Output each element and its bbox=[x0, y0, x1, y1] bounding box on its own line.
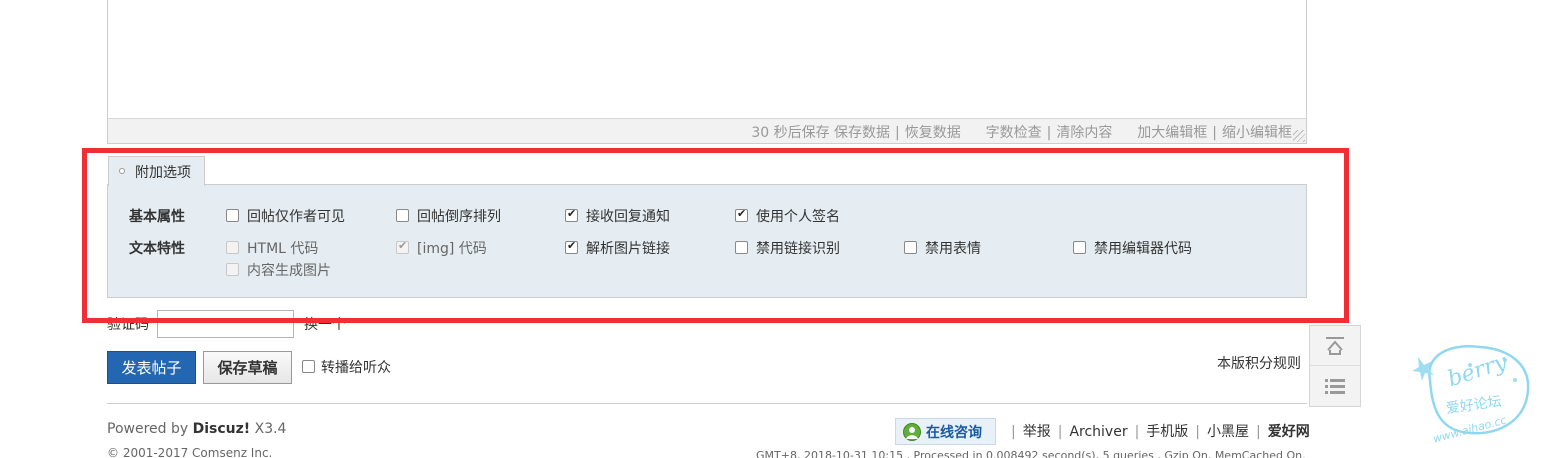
footer-link-site[interactable]: 爱好网 bbox=[1268, 424, 1310, 440]
board-rules-link[interactable]: 本版积分规则 bbox=[1217, 353, 1301, 373]
autosave-countdown: 30 秒后保存 bbox=[751, 125, 830, 141]
online-consult-button[interactable]: 在线咨询 bbox=[895, 418, 996, 445]
powered-by-text: Powered by Discuz! X3.4 bbox=[107, 421, 287, 437]
enlarge-editor-link[interactable]: 加大编辑框 bbox=[1137, 125, 1207, 141]
berry-watermark-logo: berry 爱好论坛 www.aihao.cc bbox=[1412, 345, 1530, 445]
post-editor-textarea[interactable] bbox=[107, 0, 1307, 120]
footer-links: | 举报 | Archiver | 手机版 | 小黑屋 | 爱好网 bbox=[1011, 424, 1310, 440]
list-icon bbox=[1325, 379, 1345, 394]
footer-link-report[interactable]: 举报 bbox=[1023, 424, 1051, 440]
svg-text:berry: berry bbox=[1445, 350, 1511, 393]
editor-status-bar: 30 秒后保存 保存数据 | 恢复数据 字数检查 | 清除内容 加大编辑框 | 缩小编辑框 bbox=[107, 118, 1307, 144]
side-float-toolbar bbox=[1309, 325, 1361, 407]
post-submit-button[interactable]: 发表帖子 bbox=[107, 351, 196, 384]
footer-link-mobile[interactable]: 手机版 bbox=[1146, 424, 1188, 440]
editor-resize-grip[interactable] bbox=[1293, 130, 1305, 142]
clear-content-link[interactable]: 清除内容 bbox=[1056, 125, 1112, 141]
shrink-editor-link[interactable]: 缩小编辑框 bbox=[1222, 125, 1292, 141]
processing-info: GMT+8, 2018-10-31 10:15 , Processed in 0… bbox=[756, 449, 1306, 458]
highlight-annotation-box bbox=[82, 148, 1349, 323]
list-view-button[interactable] bbox=[1310, 366, 1360, 406]
checkbox[interactable] bbox=[302, 360, 315, 373]
save-data-link[interactable]: 保存数据 bbox=[834, 125, 890, 141]
svg-text:爱好论坛: 爱好论坛 bbox=[1445, 394, 1503, 418]
footer-link-archiver[interactable]: Archiver bbox=[1069, 424, 1127, 440]
restore-data-link[interactable]: 恢复数据 bbox=[905, 125, 961, 141]
footer-link-blackroom[interactable]: 小黑屋 bbox=[1207, 424, 1249, 440]
discuz-link[interactable]: Discuz! bbox=[193, 421, 251, 437]
save-draft-button[interactable]: 保存草稿 bbox=[203, 351, 292, 384]
back-to-top-button[interactable] bbox=[1310, 326, 1360, 366]
forward-to-listeners-option[interactable]: 转播给听众 bbox=[302, 357, 391, 377]
copyright-text: © 2001-2017 Comsenz Inc. bbox=[107, 446, 273, 458]
back-to-top-icon bbox=[1326, 336, 1344, 355]
word-check-link[interactable]: 字数检查 bbox=[986, 125, 1042, 141]
chat-bubble-icon bbox=[903, 422, 921, 441]
footer-divider bbox=[107, 403, 1307, 404]
online-consult-label: 在线咨询 bbox=[926, 424, 982, 441]
